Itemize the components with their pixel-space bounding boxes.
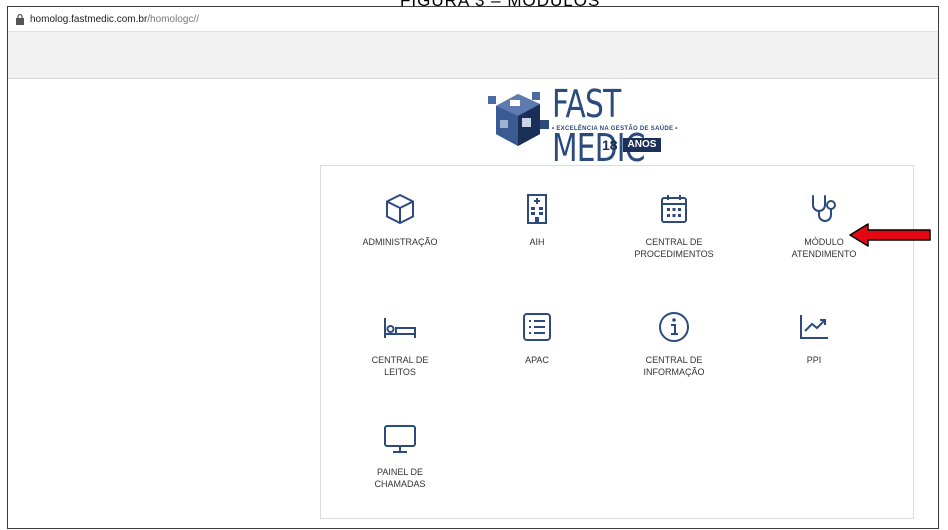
info-icon (659, 312, 689, 342)
address-bar[interactable]: homolog.fastmedic.com.br/homologc// (8, 7, 938, 32)
logo-years-word: ANOS (623, 138, 661, 152)
module-label: CENTRAL DE PROCEDIMENTOS (634, 237, 714, 259)
module-central-procedimentos[interactable]: CENTRAL DE PROCEDIMENTOS (619, 192, 729, 260)
module-painel-chamadas[interactable]: PAINEL DE CHAMADAS (345, 422, 455, 490)
module-label: CENTRAL DE INFORMAÇÃO (643, 355, 705, 377)
module-label: APAC (525, 355, 549, 365)
list-icon (523, 313, 551, 341)
module-label: PAINEL DE CHAMADAS (374, 467, 426, 489)
module-central-informacao[interactable]: CENTRAL DE INFORMAÇÃO (619, 310, 729, 378)
toolbar-strip (8, 32, 938, 79)
stethoscope-icon (812, 195, 836, 222)
module-label: CENTRAL DE LEITOS (371, 355, 429, 377)
module-ppi[interactable]: PPI (759, 310, 869, 366)
fast-medic-logo: FAST MEDIC • EXCELÊNCIA NA GESTÃO DE SAÚ… (484, 78, 714, 170)
logo-tagline: • EXCELÊNCIA NA GESTÃO DE SAÚDE • (552, 126, 678, 132)
logo-years-number: 18 (602, 137, 618, 153)
lock-icon (16, 13, 24, 25)
module-apac[interactable]: APAC (482, 310, 592, 366)
cube-logo-icon (488, 92, 549, 146)
box-icon (386, 194, 414, 224)
modules-panel: ADMINISTRAÇÃO AIH CENTRAL DE PROCEDIMENTO… (320, 165, 914, 519)
red-arrow-annotation (849, 223, 931, 247)
url-path: /homologc// (147, 13, 199, 25)
calendar-icon (661, 195, 687, 223)
url-host: homolog.fastmedic.com.br (30, 13, 148, 25)
bed-icon (384, 318, 416, 338)
module-central-leitos[interactable]: CENTRAL DE LEITOS (345, 310, 455, 378)
trend-icon (800, 315, 828, 339)
module-aih[interactable]: AIH (482, 192, 592, 248)
monitor-icon (384, 425, 416, 453)
module-label: PPI (806, 355, 822, 365)
hospital-icon (527, 194, 547, 224)
module-administracao[interactable]: ADMINISTRAÇÃO (345, 192, 455, 248)
url-text[interactable]: homolog.fastmedic.com.br/homologc// (30, 14, 199, 25)
module-label: ADMINISTRAÇÃO (362, 237, 438, 247)
module-label: AIH (529, 237, 545, 247)
